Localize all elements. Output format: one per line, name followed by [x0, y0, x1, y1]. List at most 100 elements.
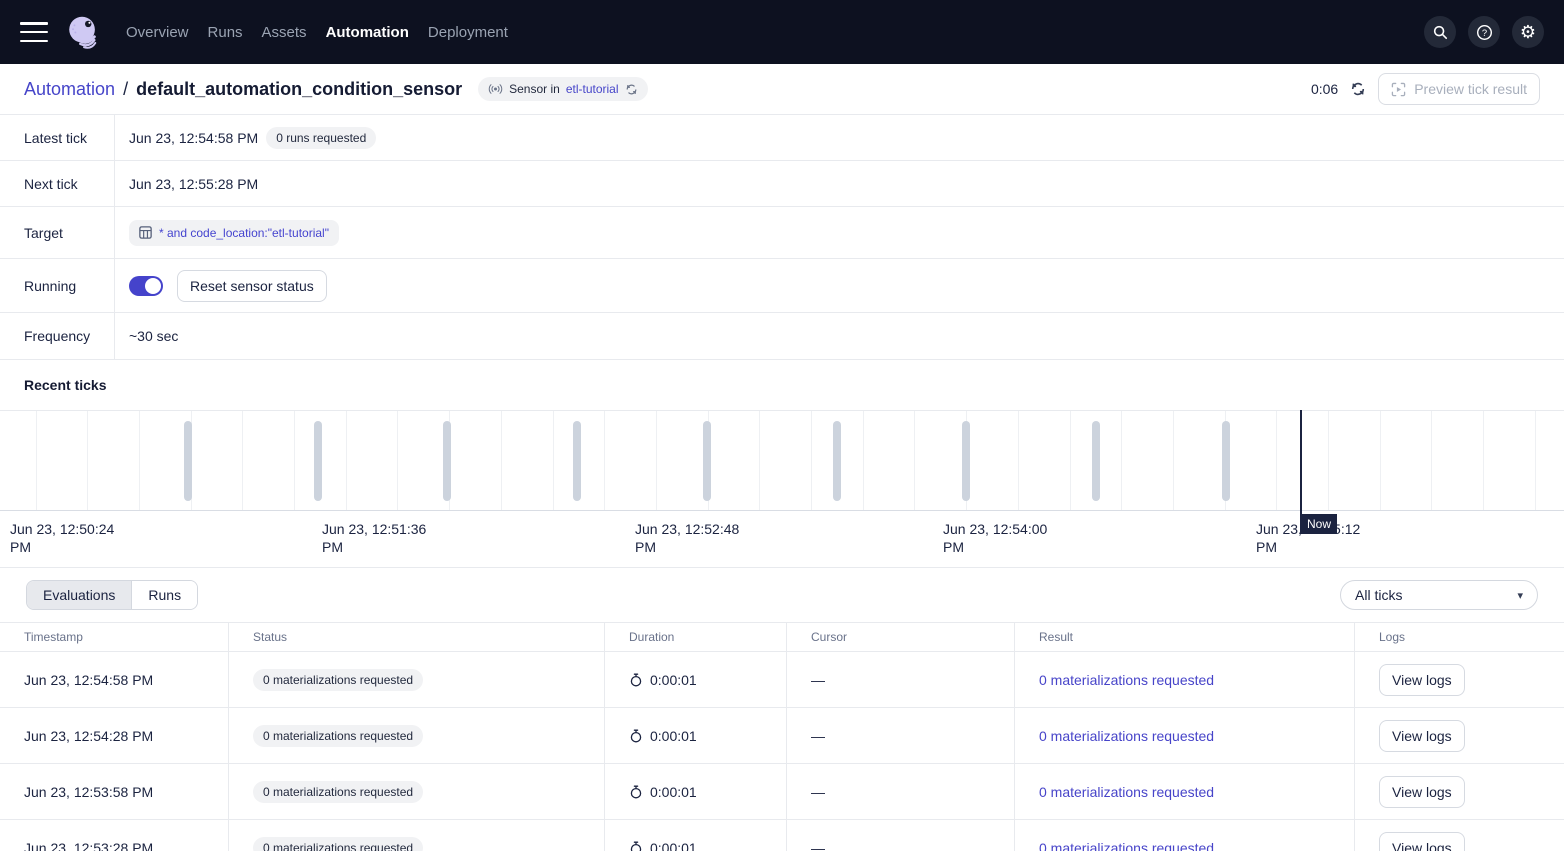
- timeline-gridline: [139, 411, 140, 510]
- tick-status-badge: 0 materializations requested: [253, 725, 423, 747]
- tick-duration: 0:00:01: [650, 840, 697, 851]
- running-toggle[interactable]: [129, 276, 163, 296]
- reload-location-icon[interactable]: [625, 83, 638, 96]
- timeline-gridline: [811, 411, 812, 510]
- frequency-row: Frequency ~30 sec: [0, 313, 1564, 360]
- tick-cursor: —: [811, 840, 825, 851]
- view-logs-button[interactable]: View logs: [1379, 664, 1465, 696]
- frequency-label: Frequency: [0, 313, 115, 359]
- tick-bar[interactable]: [184, 421, 192, 501]
- timeline-gridline: [397, 411, 398, 510]
- sensor-details: Latest tick Jun 23, 12:54:58 PM 0 runs r…: [0, 115, 1564, 360]
- target-selection-pill[interactable]: * and code_location:"etl-tutorial": [129, 220, 339, 246]
- tick-bar[interactable]: [443, 421, 451, 501]
- tick-duration: 0:00:01: [650, 728, 697, 744]
- settings-button[interactable]: ⚙: [1512, 16, 1544, 48]
- tick-bar[interactable]: [833, 421, 841, 501]
- latest-tick-label: Latest tick: [0, 115, 115, 160]
- reset-sensor-status-button[interactable]: Reset sensor status: [177, 270, 327, 302]
- axis-time-label: Jun 23, 12:51:36PM: [322, 520, 426, 556]
- timeline-gridline: [1276, 411, 1277, 510]
- refresh-icon[interactable]: [1350, 81, 1366, 97]
- view-logs-button[interactable]: View logs: [1379, 720, 1465, 752]
- tick-cursor: —: [811, 728, 825, 744]
- preview-button-label: Preview tick result: [1414, 81, 1527, 97]
- tick-cursor: —: [811, 784, 825, 800]
- timeline-gridline: [863, 411, 864, 510]
- tick-result-link[interactable]: 0 materializations requested: [1039, 840, 1214, 851]
- nav-item-automation[interactable]: Automation: [326, 24, 409, 41]
- header-actions: 0:06 Preview tick result: [1311, 73, 1540, 105]
- tick-result-link[interactable]: 0 materializations requested: [1039, 728, 1214, 744]
- view-logs-button[interactable]: View logs: [1379, 832, 1465, 851]
- code-location-link[interactable]: etl-tutorial: [566, 82, 619, 96]
- breadcrumb-separator: /: [123, 79, 128, 100]
- tick-bar[interactable]: [573, 421, 581, 501]
- nav-item-assets[interactable]: Assets: [262, 24, 307, 41]
- asset-selection-icon: [139, 226, 152, 239]
- sensor-badge-text: Sensor in: [509, 82, 560, 96]
- tick-result-link[interactable]: 0 materializations requested: [1039, 784, 1214, 800]
- timeline-gridline: [1328, 411, 1329, 510]
- col-result: Result: [1015, 623, 1355, 652]
- stopwatch-icon: [629, 785, 643, 799]
- menu-icon[interactable]: [20, 22, 48, 42]
- timeline-gridline: [759, 411, 760, 510]
- tab-evaluations[interactable]: Evaluations: [27, 581, 131, 609]
- recent-ticks-timeline: Jun 23, 12:50:24PMJun 23, 12:51:36PMJun …: [0, 410, 1564, 568]
- nav-item-runs[interactable]: Runs: [208, 24, 243, 41]
- tick-status-badge: 0 materializations requested: [253, 669, 423, 691]
- tick-result-link[interactable]: 0 materializations requested: [1039, 672, 1214, 688]
- next-tick-row: Next tick Jun 23, 12:55:28 PM: [0, 161, 1564, 207]
- tick-bar[interactable]: [1222, 421, 1230, 501]
- help-icon: ?: [1476, 24, 1493, 41]
- timeline-gridline: [1483, 411, 1484, 510]
- timeline-gridline: [604, 411, 605, 510]
- stopwatch-icon: [629, 673, 643, 687]
- tick-bar[interactable]: [703, 421, 711, 501]
- tick-bar[interactable]: [962, 421, 970, 501]
- breadcrumb-automation-link[interactable]: Automation: [24, 79, 115, 100]
- tick-status-badge: 0 materializations requested: [253, 837, 423, 851]
- tick-bar[interactable]: [1092, 421, 1100, 501]
- tick-timestamp: Jun 23, 12:54:28 PM: [24, 728, 153, 744]
- evaluations-table: Timestamp Status Duration Cursor Result …: [0, 623, 1564, 851]
- timeline-gridline: [294, 411, 295, 510]
- next-tick-label: Next tick: [0, 161, 115, 206]
- timeline-gridline: [553, 411, 554, 510]
- tick-bar[interactable]: [314, 421, 322, 501]
- target-label: Target: [0, 207, 115, 258]
- timeline-gridline: [36, 411, 37, 510]
- ticks-view-segmented-control: Evaluations Runs: [26, 580, 198, 610]
- tab-runs[interactable]: Runs: [131, 581, 197, 609]
- chevron-down-icon: ▾: [1517, 589, 1523, 602]
- page-header: Automation / default_automation_conditio…: [0, 64, 1564, 115]
- help-button[interactable]: ?: [1468, 16, 1500, 48]
- nav-item-overview[interactable]: Overview: [126, 24, 189, 41]
- dagster-logo[interactable]: [62, 11, 104, 53]
- tick-duration: 0:00:01: [650, 672, 697, 688]
- col-cursor: Cursor: [787, 623, 1015, 652]
- running-row: Running Reset sensor status: [0, 259, 1564, 313]
- latest-tick-time: Jun 23, 12:54:58 PM: [129, 130, 258, 146]
- nav-item-deployment[interactable]: Deployment: [428, 24, 508, 41]
- svg-text:?: ?: [1481, 27, 1486, 38]
- tick-status-filter-value: All ticks: [1355, 587, 1402, 603]
- latest-tick-status-badge: 0 runs requested: [266, 127, 376, 149]
- frequency-value: ~30 sec: [129, 328, 178, 344]
- ticks-plot[interactable]: [0, 410, 1564, 511]
- latest-tick-row: Latest tick Jun 23, 12:54:58 PM 0 runs r…: [0, 115, 1564, 161]
- timeline-gridline: [1431, 411, 1432, 510]
- top-nav: Overview Runs Assets Automation Deployme…: [0, 0, 1564, 64]
- stopwatch-icon: [629, 729, 643, 743]
- search-button[interactable]: [1424, 16, 1456, 48]
- preview-tick-result-button[interactable]: Preview tick result: [1378, 73, 1540, 105]
- tick-status-filter[interactable]: All ticks ▾: [1340, 580, 1538, 610]
- table-header: Timestamp Status Duration Cursor Result …: [0, 623, 1564, 652]
- tick-duration: 0:00:01: [650, 784, 697, 800]
- col-logs: Logs: [1355, 623, 1564, 652]
- table-row: Jun 23, 12:54:28 PM 0 materializations r…: [0, 708, 1564, 764]
- recent-ticks-title: Recent ticks: [0, 360, 1564, 410]
- view-logs-button[interactable]: View logs: [1379, 776, 1465, 808]
- now-badge: Now: [1301, 514, 1337, 534]
